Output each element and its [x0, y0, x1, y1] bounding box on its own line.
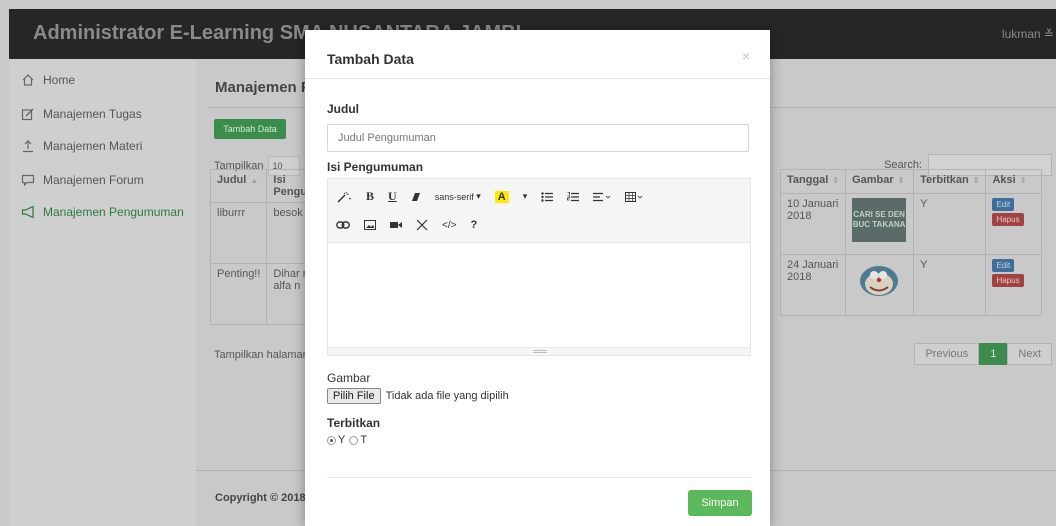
- radio-y-label: Y: [338, 434, 346, 446]
- image-icon[interactable]: [364, 220, 376, 230]
- table-icon[interactable]: [625, 191, 643, 202]
- link-icon[interactable]: [336, 221, 350, 229]
- announcement-thumbnail: CARI SE DEN BUC TAKANA: [852, 198, 907, 242]
- sidebar-item-label: Home: [43, 73, 76, 87]
- help-icon[interactable]: ?: [470, 219, 477, 231]
- sort-icon: ⇕: [1019, 176, 1027, 185]
- add-data-button[interactable]: Tambah Data: [214, 119, 286, 139]
- modal-footer-divider: [327, 477, 751, 478]
- column-header-judul[interactable]: Judul ▲: [209, 169, 268, 203]
- megaphone-icon: [21, 205, 34, 219]
- pagination-next[interactable]: Next: [1007, 343, 1052, 365]
- modal-header: Tambah Data ×: [305, 30, 770, 79]
- sort-icon: ⇕: [832, 176, 840, 185]
- sidebar-item-label: Manajemen Materi: [43, 139, 143, 153]
- gambar-label: Gambar: [327, 371, 371, 385]
- pagination-previous[interactable]: Previous: [914, 343, 980, 365]
- column-header-gambar[interactable]: Gambar ⇕: [845, 169, 915, 194]
- cell-gambar: [845, 254, 915, 316]
- table-row: 24 Januari 2018 Y Edit Hapus: [779, 254, 1043, 316]
- file-status: Tidak ada file yang dipilih: [385, 390, 509, 402]
- sidebar-item-pengumuman[interactable]: Manajemen Pengumuman: [21, 205, 184, 219]
- unordered-list-icon[interactable]: [541, 191, 554, 202]
- bold-icon[interactable]: B: [366, 189, 374, 204]
- underline-icon[interactable]: U: [388, 189, 397, 204]
- cell-aksi: Edit Hapus: [985, 193, 1043, 255]
- cell-aksi: Edit Hapus: [985, 254, 1043, 316]
- editor-toolbar: B U sans-serif ▾ A ▾ </> ?: [328, 179, 750, 243]
- cell-terbitkan: Y: [913, 254, 987, 316]
- close-icon[interactable]: ×: [742, 48, 750, 64]
- footer-copyright: Copyright © 2018: [215, 492, 306, 504]
- eraser-icon[interactable]: [411, 192, 421, 202]
- column-header-aksi[interactable]: Aksi ⇕: [985, 169, 1043, 194]
- delete-button[interactable]: Hapus: [992, 274, 1024, 287]
- radio-y[interactable]: [327, 435, 336, 445]
- radio-t[interactable]: [349, 435, 359, 445]
- radio-t-label: T: [360, 434, 368, 446]
- edit-button[interactable]: Edit: [992, 198, 1015, 211]
- sidebar-item-label: Manajemen Forum: [43, 173, 144, 187]
- sidebar-item-materi[interactable]: Manajemen Materi: [21, 139, 142, 153]
- sidebar: Home Manajemen Tugas Manajemen Materi Ma…: [9, 59, 196, 526]
- sort-icon: ⇕: [972, 176, 980, 185]
- save-button[interactable]: Simpan: [688, 490, 752, 516]
- choose-file-button[interactable]: Pilih File: [327, 388, 381, 404]
- table-info: Tampilkan halaman: [214, 349, 309, 361]
- pagination-page[interactable]: 1: [979, 343, 1008, 365]
- sidebar-item-home[interactable]: Home: [21, 73, 75, 87]
- video-icon[interactable]: [390, 221, 402, 229]
- sort-asc-icon: ▲: [250, 176, 259, 185]
- sidebar-item-tugas[interactable]: Manajemen Tugas: [21, 107, 142, 121]
- delete-button[interactable]: Hapus: [992, 213, 1024, 226]
- upload-icon: [23, 140, 33, 153]
- add-data-modal: Tambah Data × Judul Isi Pengumuman B U s…: [305, 30, 770, 526]
- grip-icon: [533, 350, 547, 353]
- magic-wand-icon[interactable]: [336, 191, 352, 203]
- code-view-icon[interactable]: </>: [442, 220, 456, 231]
- pagination: Previous 1 Next: [914, 343, 1052, 365]
- table-row: 10 Januari 2018 CARI SE DEN BUC TAKANA Y…: [779, 193, 1043, 255]
- rich-text-editor: B U sans-serif ▾ A ▾ </> ?: [327, 178, 751, 356]
- sidebar-item-label: Manajemen Pengumuman: [43, 205, 184, 219]
- paragraph-align-icon[interactable]: [593, 192, 611, 202]
- file-upload: Pilih File Tidak ada file yang dipilih: [327, 388, 509, 404]
- announcement-thumbnail: [860, 266, 899, 296]
- cell-gambar: CARI SE DEN BUC TAKANA: [845, 193, 915, 255]
- isi-label: Isi Pengumuman: [327, 160, 424, 174]
- column-header-terbitkan[interactable]: Terbitkan ⇕: [913, 169, 987, 194]
- home-icon: [22, 74, 34, 86]
- cell-tanggal: 10 Januari 2018: [779, 193, 847, 255]
- sidebar-item-label: Manajemen Tugas: [43, 107, 142, 121]
- terbitkan-label: Terbitkan: [327, 416, 381, 430]
- editor-content-area[interactable]: [328, 243, 750, 349]
- publish-radio-group: Y T: [327, 434, 367, 446]
- editor-resize-handle[interactable]: [328, 347, 750, 355]
- ordered-list-icon[interactable]: [567, 191, 580, 202]
- cell-terbitkan: Y: [913, 193, 987, 255]
- user-menu[interactable]: lukman ≚: [1002, 27, 1054, 41]
- modal-title: Tambah Data: [327, 51, 414, 67]
- color-dropdown-caret-icon[interactable]: ▾: [523, 191, 528, 202]
- text-color-icon[interactable]: A: [494, 190, 509, 203]
- edit-icon: [21, 108, 34, 121]
- cell-tanggal: 24 Januari 2018: [779, 254, 847, 316]
- cell-judul: liburrr: [209, 202, 268, 264]
- cell-judul: Penting!!: [209, 263, 268, 325]
- font-family-dropdown[interactable]: sans-serif ▾: [435, 191, 481, 202]
- column-header-tanggal[interactable]: Tanggal ⇕: [779, 169, 847, 194]
- edit-button[interactable]: Edit: [992, 259, 1015, 272]
- judul-label: Judul: [327, 102, 359, 116]
- comment-icon: [21, 174, 35, 187]
- judul-input[interactable]: [327, 124, 749, 152]
- sidebar-item-forum[interactable]: Manajemen Forum: [21, 173, 144, 187]
- sort-icon: ⇕: [897, 176, 905, 185]
- fullscreen-icon[interactable]: [416, 219, 428, 231]
- announcement-table-right: Tanggal ⇕ Gambar ⇕ Terbitkan ⇕ Aksi ⇕ 10 Jan…: [779, 169, 1043, 316]
